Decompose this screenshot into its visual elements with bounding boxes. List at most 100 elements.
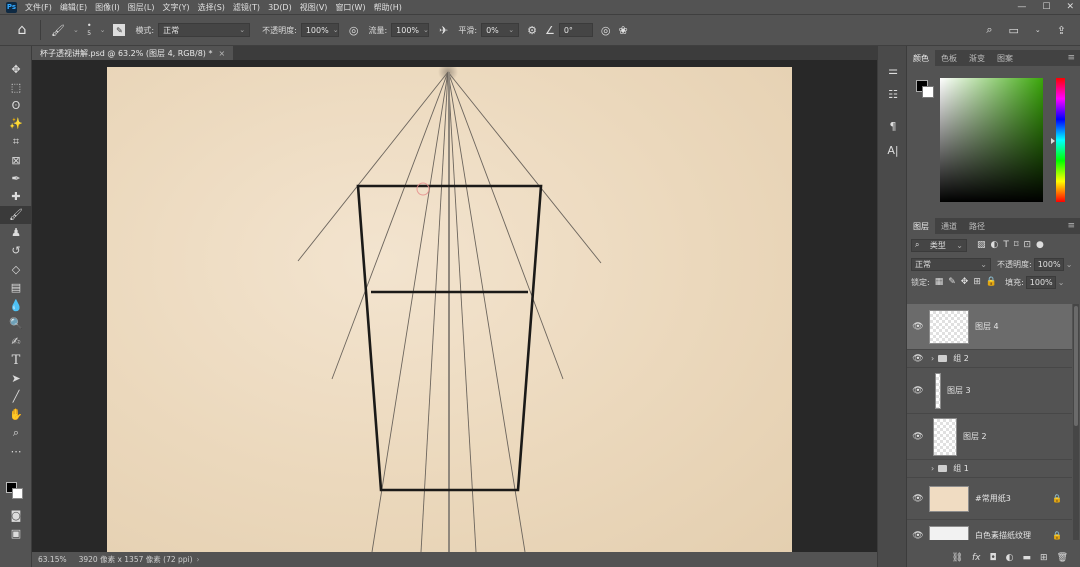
zoom-tool-icon[interactable]: ⌕ xyxy=(0,424,32,442)
tab-patterns[interactable]: 图案 xyxy=(991,50,1019,66)
lock-image-icon[interactable]: ✎ xyxy=(948,277,956,287)
character-icon[interactable]: A| xyxy=(878,138,908,162)
filter-smart-object-icon[interactable]: ⊡ xyxy=(1024,240,1032,250)
magic-wand-tool-icon[interactable]: ✨ xyxy=(0,115,32,133)
lock-all-icon[interactable]: 🔒 xyxy=(986,277,997,287)
chevron-right-icon[interactable]: › xyxy=(931,354,934,363)
pen-tool-icon[interactable]: ✍ xyxy=(0,333,32,351)
symmetry-icon[interactable]: ❀ xyxy=(618,24,627,37)
filter-toggle-icon[interactable]: ● xyxy=(1036,240,1044,250)
menu-filter[interactable]: 滤镜(T) xyxy=(233,2,260,13)
chevron-right-icon[interactable]: › xyxy=(931,464,934,473)
visibility-eye-icon[interactable]: 👁 xyxy=(907,494,929,504)
smoothing-input[interactable]: 0% ⌄ xyxy=(481,23,520,37)
chevron-down-icon[interactable]: ⌄ xyxy=(100,26,106,34)
lasso-tool-icon[interactable]: ʘ xyxy=(0,96,32,114)
type-tool-icon[interactable]: T xyxy=(0,351,32,369)
layer-style-icon[interactable]: fx xyxy=(972,553,981,563)
background-color-swatch[interactable] xyxy=(12,488,23,499)
pressure-size-icon[interactable]: ◎ xyxy=(601,24,611,37)
menu-edit[interactable]: 编辑(E) xyxy=(60,2,87,13)
layer-group-row[interactable]: 👁 › 组 1 xyxy=(907,460,1072,478)
layer-row[interactable]: 👁 白色素描纸纹理 🔒 xyxy=(907,520,1072,540)
filter-shape-icon[interactable]: ⌑ xyxy=(1014,240,1019,250)
gear-icon[interactable]: ⚙ xyxy=(527,24,537,37)
layer-filter-select[interactable]: ⌕ 类型 ⌄ xyxy=(911,238,967,252)
brush-size-picker[interactable]: • 5 xyxy=(87,22,92,38)
filter-pixel-icon[interactable]: ▧ xyxy=(977,240,986,250)
hand-tool-icon[interactable]: ✋ xyxy=(0,406,32,424)
menu-window[interactable]: 窗口(W) xyxy=(335,2,365,13)
fill-input[interactable]: 100% xyxy=(1025,275,1056,289)
background-color-swatch[interactable] xyxy=(922,86,934,98)
tab-layers[interactable]: 图层 xyxy=(907,218,935,234)
frame-tool-icon[interactable]: ⊠ xyxy=(0,151,32,169)
tab-swatches[interactable]: 色板 xyxy=(935,50,963,66)
adjustment-layer-icon[interactable]: ◐ xyxy=(1006,553,1014,563)
panel-menu-icon[interactable]: ≡ xyxy=(1067,53,1075,63)
document-canvas[interactable] xyxy=(107,67,792,552)
visibility-eye-icon[interactable]: 👁 xyxy=(907,354,929,364)
crop-tool-icon[interactable]: ⌗ xyxy=(0,133,32,151)
filter-adjustment-icon[interactable]: ◐ xyxy=(991,240,999,250)
layer-group-row[interactable]: 👁 › 组 2 xyxy=(907,350,1072,368)
chevron-down-icon[interactable]: ⌄ xyxy=(73,26,79,34)
visibility-eye-icon[interactable]: 👁 xyxy=(907,432,929,442)
adjustments-icon[interactable]: ⚌ xyxy=(878,58,908,82)
flow-input[interactable]: 100% ⌄ xyxy=(391,23,430,37)
tab-paths[interactable]: 路径 xyxy=(963,218,991,234)
share-icon[interactable]: ⇪ xyxy=(1057,24,1066,37)
history-brush-tool-icon[interactable]: ↺ xyxy=(0,242,32,260)
brush-tool-preset-icon[interactable]: 🖌 xyxy=(51,24,65,37)
lock-position-icon[interactable]: ✥ xyxy=(961,277,969,287)
chevron-down-icon[interactable]: ⌄ xyxy=(1058,278,1065,287)
visibility-eye-icon[interactable]: 👁 xyxy=(907,464,929,474)
color-picker-field[interactable] xyxy=(940,78,1043,202)
gradient-tool-icon[interactable]: ▤ xyxy=(0,278,32,296)
menu-help[interactable]: 帮助(H) xyxy=(374,2,402,13)
menu-type[interactable]: 文字(Y) xyxy=(162,2,189,13)
brush-tool-icon[interactable]: 🖌 xyxy=(0,205,32,224)
airbrush-icon[interactable]: ✈ xyxy=(439,24,448,37)
layer-mask-icon[interactable]: ◘ xyxy=(990,553,997,563)
tab-gradients[interactable]: 渐变 xyxy=(963,50,991,66)
opacity-input[interactable]: 100% ⌄ xyxy=(300,23,339,37)
filter-type-icon[interactable]: T xyxy=(1003,240,1009,250)
maximize-button[interactable]: ☐ xyxy=(1042,2,1050,12)
tab-channels[interactable]: 通道 xyxy=(935,218,963,234)
link-layers-icon[interactable]: ⛓ xyxy=(952,553,963,563)
visibility-eye-icon[interactable]: 👁 xyxy=(907,531,929,541)
layers-scrollbar[interactable] xyxy=(1073,304,1079,540)
mode-select[interactable]: 正常 ⌄ xyxy=(158,23,251,37)
visibility-eye-icon[interactable]: 👁 xyxy=(907,322,929,332)
search-icon[interactable]: ⌕ xyxy=(986,23,992,37)
blend-mode-select[interactable]: 正常 ⌄ xyxy=(911,257,991,271)
tab-color[interactable]: 颜色 xyxy=(907,50,935,66)
chevron-down-icon[interactable]: ⌄ xyxy=(1035,26,1041,34)
chevron-down-icon[interactable]: ⌄ xyxy=(1066,260,1073,269)
marquee-tool-icon[interactable]: ⬚ xyxy=(0,78,32,96)
new-layer-icon[interactable]: ⊞ xyxy=(1040,553,1048,563)
more-tools-icon[interactable]: ⋯ xyxy=(0,442,32,460)
close-button[interactable]: ✕ xyxy=(1066,2,1074,12)
layer-row[interactable]: 👁 图层 4 xyxy=(907,304,1072,350)
move-tool-icon[interactable]: ✥ xyxy=(0,60,32,78)
layer-row[interactable]: 👁 图层 2 xyxy=(907,414,1072,460)
layer-opacity-input[interactable]: 100% xyxy=(1033,257,1064,271)
line-tool-icon[interactable]: ╱ xyxy=(0,387,32,405)
minimize-button[interactable]: — xyxy=(1017,2,1026,12)
document-tab[interactable]: 杯子透视讲解.psd @ 63.2% (图层 4, RGB/8) * × xyxy=(32,46,234,60)
healing-brush-tool-icon[interactable]: ✚ xyxy=(0,187,32,205)
menu-layer[interactable]: 图层(L) xyxy=(128,2,155,13)
canvas-area[interactable] xyxy=(32,60,877,552)
hue-slider[interactable] xyxy=(1056,78,1065,202)
dodge-tool-icon[interactable]: 🔍 xyxy=(0,315,32,333)
lock-artboard-icon[interactable]: ⊞ xyxy=(973,277,981,287)
angle-input[interactable]: 0° xyxy=(558,23,593,37)
home-icon[interactable]: ⌂ xyxy=(10,18,34,42)
screen-mode-icon[interactable]: ▣ xyxy=(0,524,32,542)
layer-row[interactable]: 👁 #常用纸3 🔒 xyxy=(907,478,1072,520)
menu-select[interactable]: 选择(S) xyxy=(198,2,225,13)
delete-layer-icon[interactable]: 🗑 xyxy=(1057,553,1068,563)
new-group-icon[interactable]: ▬ xyxy=(1023,553,1032,563)
